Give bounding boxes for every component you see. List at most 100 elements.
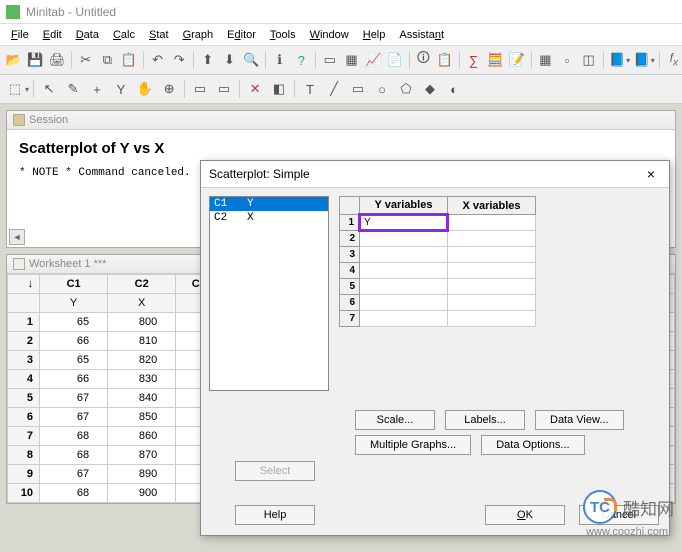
region-icon[interactable]: ▭ (189, 78, 211, 100)
menu-stat[interactable]: Stat (142, 27, 176, 43)
subhead-x[interactable]: X (108, 294, 176, 313)
report-icon[interactable]: 📄 (385, 49, 405, 71)
worksheet-icon[interactable]: ▦ (342, 49, 362, 71)
x-icon[interactable]: ✕ (244, 78, 266, 100)
dialog-title-bar[interactable]: Scatterplot: Simple × (201, 161, 669, 188)
close-win-icon[interactable]: ▫ (557, 49, 577, 71)
menu-data[interactable]: Data (69, 27, 106, 43)
workspace: Session Scatterplot of Y vs X * NOTE * C… (0, 104, 682, 552)
add-icon[interactable]: + (86, 78, 108, 100)
variable-list[interactable]: C1 YC2 X (209, 196, 329, 391)
y-var-cell[interactable] (360, 279, 448, 295)
col-c1[interactable]: C1 (40, 275, 108, 294)
ref-icon[interactable]: ◧ (268, 78, 290, 100)
session-icon[interactable]: ▭ (320, 49, 340, 71)
scatterplot-dialog: Scatterplot: Simple × C1 YC2 X Y variabl… (200, 160, 670, 536)
shape-icon[interactable]: ◐ (443, 78, 465, 100)
select-tool-icon[interactable]: ⬚ (4, 78, 26, 100)
crosshair-icon[interactable]: ⊕ (158, 78, 180, 100)
open-icon[interactable]: 📂 (4, 49, 24, 71)
x-var-cell[interactable] (448, 295, 536, 311)
marker-icon[interactable]: ◆ (419, 78, 441, 100)
save-icon[interactable]: 💾 (26, 49, 46, 71)
find-icon[interactable]: 🔍 (241, 49, 261, 71)
close-icon[interactable]: × (641, 166, 661, 182)
cut-icon[interactable]: ✂ (76, 49, 96, 71)
hand-icon[interactable]: ✋ (134, 78, 156, 100)
nav-fwd-icon[interactable]: ⬇ (220, 49, 240, 71)
undo-icon[interactable]: ↶ (148, 49, 168, 71)
menu-help[interactable]: Help (356, 27, 393, 43)
y-var-cell[interactable] (360, 231, 448, 247)
x-var-cell[interactable] (448, 215, 536, 231)
project-icon[interactable]: ▦ (536, 49, 556, 71)
x-var-cell[interactable] (448, 279, 536, 295)
nav-back-icon[interactable]: ⬆ (198, 49, 218, 71)
list-item[interactable]: C1 Y (210, 197, 328, 211)
data-view-button[interactable]: Data View... (535, 410, 624, 430)
line-icon[interactable]: ╱ (323, 78, 345, 100)
menu-editor[interactable]: Editor (220, 27, 263, 43)
menu-tools[interactable]: Tools (263, 27, 303, 43)
menu-calc[interactable]: Calc (106, 27, 142, 43)
circle-icon[interactable]: ○ (371, 78, 393, 100)
watermark: TC 酷知网 (583, 490, 674, 524)
doc-icon[interactable]: 📘 (607, 49, 627, 71)
labels-button[interactable]: Labels... (445, 410, 525, 430)
variables-grid[interactable]: Y variables X variables 1Y234567 (339, 196, 536, 327)
x-var-cell[interactable] (448, 263, 536, 279)
arrange-icon[interactable]: ◫ (579, 49, 599, 71)
poly-icon[interactable]: ⬠ (395, 78, 417, 100)
menu-window[interactable]: Window (303, 27, 356, 43)
history-icon[interactable]: 📋 (435, 49, 455, 71)
watermark-logo: TC (583, 490, 617, 524)
list-item[interactable]: C2 X (210, 211, 328, 225)
y-var-cell[interactable] (360, 295, 448, 311)
y-var-cell[interactable] (360, 311, 448, 327)
menu-assistant[interactable]: Assistant (392, 27, 451, 43)
menu-bar: File Edit Data Calc Stat Graph Editor To… (0, 24, 682, 46)
multiple-graphs-button[interactable]: Multiple Graphs... (355, 435, 471, 455)
session-title-bar[interactable]: Session (7, 111, 675, 130)
menu-file[interactable]: File (4, 27, 36, 43)
corner-cell[interactable]: ↓ (8, 275, 40, 294)
select-button[interactable]: Select (235, 461, 315, 481)
y-var-cell[interactable]: Y (360, 215, 448, 231)
redo-icon[interactable]: ↷ (169, 49, 189, 71)
menu-edit[interactable]: Edit (36, 27, 69, 43)
scale-button[interactable]: Scale... (355, 410, 435, 430)
app-icon (6, 5, 20, 19)
y-axis-icon[interactable]: Y (110, 78, 132, 100)
paste-icon[interactable]: 📋 (119, 49, 139, 71)
note-icon[interactable]: 📝 (507, 49, 527, 71)
session-title: Session (29, 114, 68, 126)
y-variables-header: Y variables (360, 197, 448, 215)
doc2-icon[interactable]: 📘 (632, 49, 652, 71)
info-icon[interactable]: 🛈 (414, 49, 434, 71)
graph-icon[interactable]: 📈 (363, 49, 383, 71)
print-icon[interactable]: 🖨 (47, 49, 67, 71)
copy-icon[interactable]: ⧉ (98, 49, 118, 71)
y-var-cell[interactable] (360, 247, 448, 263)
y-var-cell[interactable] (360, 263, 448, 279)
col-c2[interactable]: C2 (108, 275, 176, 294)
x-var-cell[interactable] (448, 231, 536, 247)
x-var-cell[interactable] (448, 311, 536, 327)
i-icon[interactable]: ℹ (270, 49, 290, 71)
data-options-button[interactable]: Data Options... (481, 435, 584, 455)
calc-icon[interactable]: 🧮 (485, 49, 505, 71)
help-button[interactable]: Help (235, 505, 315, 525)
title-bar: Minitab - Untitled (0, 0, 682, 24)
menu-graph[interactable]: Graph (176, 27, 221, 43)
brush-icon[interactable]: ✎ (62, 78, 84, 100)
rect-icon[interactable]: ▭ (347, 78, 369, 100)
cmd-icon[interactable]: ∑ (464, 49, 484, 71)
x-var-cell[interactable] (448, 247, 536, 263)
text-icon[interactable]: T (299, 78, 321, 100)
region2-icon[interactable]: ▭ (213, 78, 235, 100)
pointer-icon[interactable]: ↖ (38, 78, 60, 100)
help-icon[interactable]: ? (291, 49, 311, 71)
scroll-left-icon[interactable]: ◄ (9, 229, 25, 245)
subhead-y[interactable]: Y (40, 294, 108, 313)
ok-button[interactable]: OK (485, 505, 565, 525)
